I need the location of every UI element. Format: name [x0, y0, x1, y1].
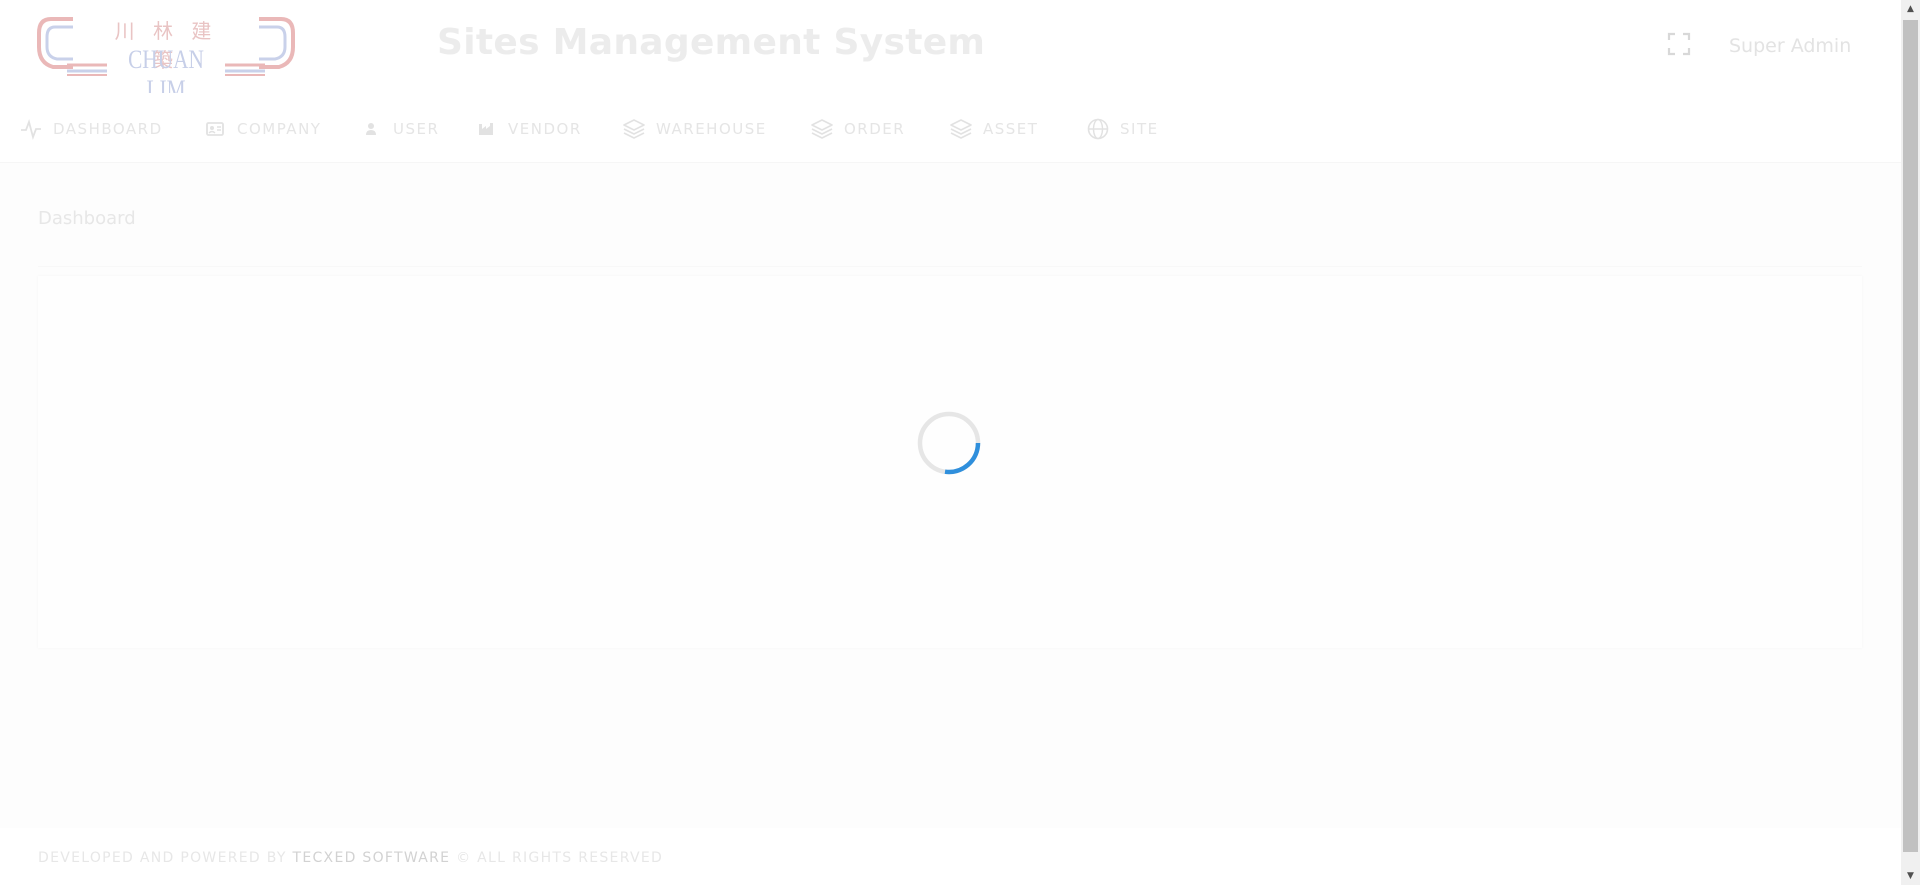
- scroll-down-arrow-icon[interactable]: ▼: [1901, 867, 1920, 885]
- loading-spinner: [916, 410, 982, 476]
- nav-label: ASSET: [983, 120, 1039, 138]
- nav-label: SITE: [1120, 120, 1159, 138]
- top-header: 川 林 建 築 CHUAN LIM Sites Management Syste…: [0, 0, 1901, 104]
- app-title: Sites Management System: [437, 22, 986, 63]
- nav-item-dashboard[interactable]: DASHBOARD: [20, 117, 163, 141]
- nav-label: COMPANY: [237, 120, 322, 138]
- nav-item-order[interactable]: ORDER: [811, 117, 905, 141]
- fullscreen-icon: [1667, 32, 1691, 56]
- nav-label: WAREHOUSE: [656, 120, 767, 138]
- nav-item-user[interactable]: USER: [360, 117, 439, 141]
- spinner-icon: [917, 411, 981, 475]
- footer-text: DEVELOPED AND POWERED BY TECXED SOFTWARE…: [38, 850, 663, 866]
- scroll-up-arrow-icon[interactable]: ▲: [1901, 0, 1920, 18]
- industry-icon: [475, 118, 497, 140]
- user-icon: [360, 118, 382, 140]
- vertical-scrollbar[interactable]: ▲ ▼: [1901, 0, 1920, 885]
- activity-icon: [20, 118, 42, 140]
- page-footer: DEVELOPED AND POWERED BY TECXED SOFTWARE…: [0, 828, 1901, 885]
- layers-icon: [623, 118, 645, 140]
- layers-icon: [950, 118, 972, 140]
- nav-item-site[interactable]: SITE: [1087, 117, 1159, 141]
- nav-item-warehouse[interactable]: WAREHOUSE: [623, 117, 767, 141]
- breadcrumb-divider: [38, 266, 1862, 267]
- nav-item-company[interactable]: COMPANY: [204, 117, 321, 141]
- id-card-icon: [204, 118, 226, 140]
- nav-label: VENDOR: [508, 120, 582, 138]
- breadcrumb: Dashboard: [38, 208, 136, 229]
- main-nav: DASHBOARD COMPANY USER VENDOR WAREHOUSE: [0, 93, 1901, 163]
- nav-label: USER: [393, 120, 440, 138]
- footer-suffix: © ALL RIGHTS RESERVED: [456, 850, 664, 866]
- company-logo[interactable]: 川 林 建 築 CHUAN LIM: [37, 15, 295, 104]
- globe-icon: [1087, 118, 1109, 140]
- nav-label: DASHBOARD: [53, 120, 163, 138]
- nav-label: ORDER: [844, 120, 906, 138]
- nav-item-asset[interactable]: ASSET: [950, 117, 1038, 141]
- footer-brand-link[interactable]: TECXED SOFTWARE: [292, 850, 450, 866]
- layers-icon: [811, 118, 833, 140]
- user-menu[interactable]: Super Admin: [1729, 35, 1851, 57]
- nav-item-vendor[interactable]: VENDOR: [475, 117, 582, 141]
- footer-prefix: DEVELOPED AND POWERED BY: [38, 850, 287, 866]
- fullscreen-button[interactable]: [1666, 31, 1692, 57]
- scroll-thumb[interactable]: [1903, 20, 1918, 852]
